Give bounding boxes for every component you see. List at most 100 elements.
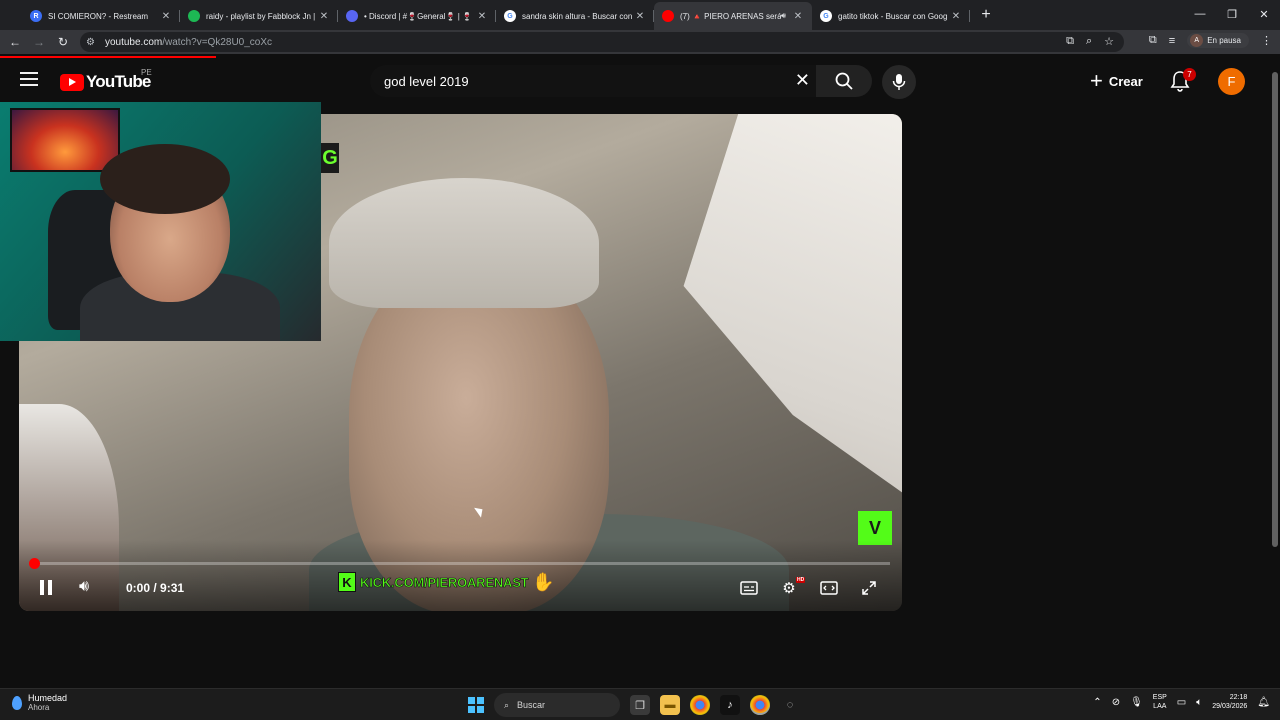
extensions-icon[interactable]: ⧉ [1149,34,1157,47]
youtube-logo[interactable]: YouTube PE [60,68,152,92]
system-tray: ⌃ ⊘ 🎙︎ ESP LAA ▭ 🔈︎ 22:18 29/03/2026 🔔︎ [1093,693,1270,711]
task-view-icon[interactable]: ❐ [630,695,650,715]
media-control-icon[interactable]: ≡ [1169,35,1175,47]
microphone-tray-icon[interactable]: 🎙︎ [1130,697,1143,708]
progress-scrubber[interactable] [29,558,40,569]
country-code: PE [141,68,152,77]
notification-center-icon[interactable]: 🔔︎ [1257,697,1270,708]
subtitles-button[interactable] [737,578,761,598]
browser-tab[interactable]: R SI COMIERON? - Restream ✕ [22,2,180,30]
zoom-icon[interactable]: ⌕ [1086,35,1092,48]
theater-mode-icon [820,581,838,595]
browser-tab[interactable]: • Discord | #🍷General🍷 | 🍷 ✕ [338,2,496,30]
search-button[interactable] [816,65,872,97]
restore-icon[interactable]: ❐ [1216,0,1248,28]
browser-tab[interactable]: Ggatito tiktok - Buscar con Goog ✕ [812,2,970,30]
tab-separator [969,10,970,22]
video-progress-bar[interactable] [29,558,890,569]
install-app-icon[interactable]: ⧉ [1066,35,1074,48]
site-info-icon[interactable]: ⚙ [86,37,95,48]
bookmark-star-icon[interactable]: ☆ [1104,35,1114,48]
taskbar-search-placeholder: Buscar [517,700,546,710]
create-button[interactable]: + Crear [1090,67,1143,95]
notifications-button[interactable]: 7 [1170,68,1196,94]
obs-icon[interactable]: ◌ [780,695,800,715]
humidity-icon [12,695,22,710]
tab-close-icon[interactable]: ✕ [318,11,330,22]
kick-logo-icon: K [338,572,356,592]
volume-tray-icon[interactable]: 🔈︎ [1196,697,1202,708]
tab-audio-icon[interactable]: 🔊︎ [781,11,786,21]
tiktok-icon[interactable]: ♪ [720,695,740,715]
address-bar[interactable]: ⚙ youtube.com/watch?v=Qk28U0_coXc ⧉ ⌕ ☆ [80,32,1124,52]
profile-button[interactable]: A En pausa [1187,33,1249,48]
notification-count-badge: 7 [1183,68,1196,81]
tab-favicon-icon: R [30,10,42,22]
video-frame-car-window [683,114,902,493]
input-language[interactable]: ESP LAA [1153,693,1167,711]
tab-close-icon[interactable]: ✕ [160,11,172,22]
url-host: youtube.com [104,36,163,48]
subtitles-icon [740,581,758,595]
tab-close-icon[interactable]: ✕ [634,11,646,22]
browser-menu-icon[interactable]: ⋮ [1261,34,1272,47]
guide-menu-icon[interactable] [20,72,38,88]
taskbar-search[interactable]: ⌕ Buscar [494,693,620,717]
profile-status: En pausa [1207,36,1241,45]
hand-sign-icon: ✋ [532,571,555,592]
display-icon[interactable]: ▭ [1177,697,1186,708]
page-scrollbar[interactable] [1270,62,1280,688]
tab-close-icon[interactable]: ✕ [950,11,962,22]
forward-icon[interactable]: → [27,35,51,49]
tab-title: • Discord | #🍷General🍷 | 🍷 [364,11,472,21]
gear-icon: ⚙ [782,580,796,597]
scrollbar-thumb[interactable] [1272,72,1278,547]
plus-icon: + [1090,68,1103,93]
browser-tab[interactable]: (7) 🔺 PIERO ARENAS será 🔊︎ ✕ [654,2,812,30]
chrome-active-icon[interactable] [750,695,770,715]
tab-title: SI COMIERON? - Restream [48,11,149,21]
browser-tab[interactable]: raidy - playlist by Fabblock Jn | ✕ [180,2,338,30]
theater-mode-button[interactable] [817,578,841,598]
create-label: Crear [1108,73,1143,89]
tab-favicon-icon [346,10,358,22]
browser-tab[interactable]: Gsandra skin altura - Buscar con ✕ [496,2,654,30]
windows-start-icon[interactable] [468,697,484,713]
taskbar-search-icon: ⌕ [504,699,510,710]
new-tab-button[interactable]: + [974,3,998,27]
webcam-hair [100,144,230,214]
back-icon[interactable]: ← [3,35,27,49]
account-avatar[interactable]: F [1218,68,1245,95]
chrome-icon[interactable] [690,695,710,715]
tray-overflow-icon[interactable]: ⌃ [1093,697,1101,708]
speaker-icon: 🔊︎ [79,578,90,595]
window-controls: — ❐ ✕ [1184,0,1280,28]
fullscreen-button[interactable] [857,578,881,598]
taskbar-clock[interactable]: 22:18 29/03/2026 [1212,693,1247,711]
browser-toolbar: ← → ↻ ⚙ youtube.com/watch?v=Qk28U0_coXc … [0,30,1280,54]
tab-title: gatito tiktok - Buscar con Goog [838,11,948,21]
close-window-icon[interactable]: ✕ [1248,0,1280,28]
weather-title: Humedad [28,693,68,703]
pause-button[interactable] [38,580,54,596]
search-input[interactable]: god level 2019 ✕ [370,65,816,97]
hd-badge: HD [796,577,806,583]
kick-url-text: KICK.COM/PIEROARENAST [360,574,529,590]
clear-search-icon[interactable]: ✕ [795,70,810,91]
tab-favicon-icon [662,10,674,22]
profile-avatar: A [1190,34,1204,47]
tab-favicon-icon: G [820,10,832,22]
weather-widget[interactable]: Humedad Ahora [12,693,67,712]
tab-close-icon[interactable]: ✕ [476,11,488,22]
reload-icon[interactable]: ↻ [51,35,75,49]
tab-close-icon[interactable]: ✕ [792,11,804,22]
minimize-icon[interactable]: — [1184,0,1216,28]
kick-watermark: K KICK.COM/PIEROARENAST ✋ [338,570,555,594]
voice-search-button[interactable] [882,65,916,99]
page-load-progress [0,56,216,58]
overlay-badge-left: G [321,143,339,173]
url-path: /watch?v=Qk28U0_coXc [162,36,273,48]
file-explorer-icon[interactable]: ▬ [660,695,680,715]
volume-button[interactable]: 🔊︎ [79,578,89,596]
network-off-icon[interactable]: ⊘ [1112,697,1120,708]
